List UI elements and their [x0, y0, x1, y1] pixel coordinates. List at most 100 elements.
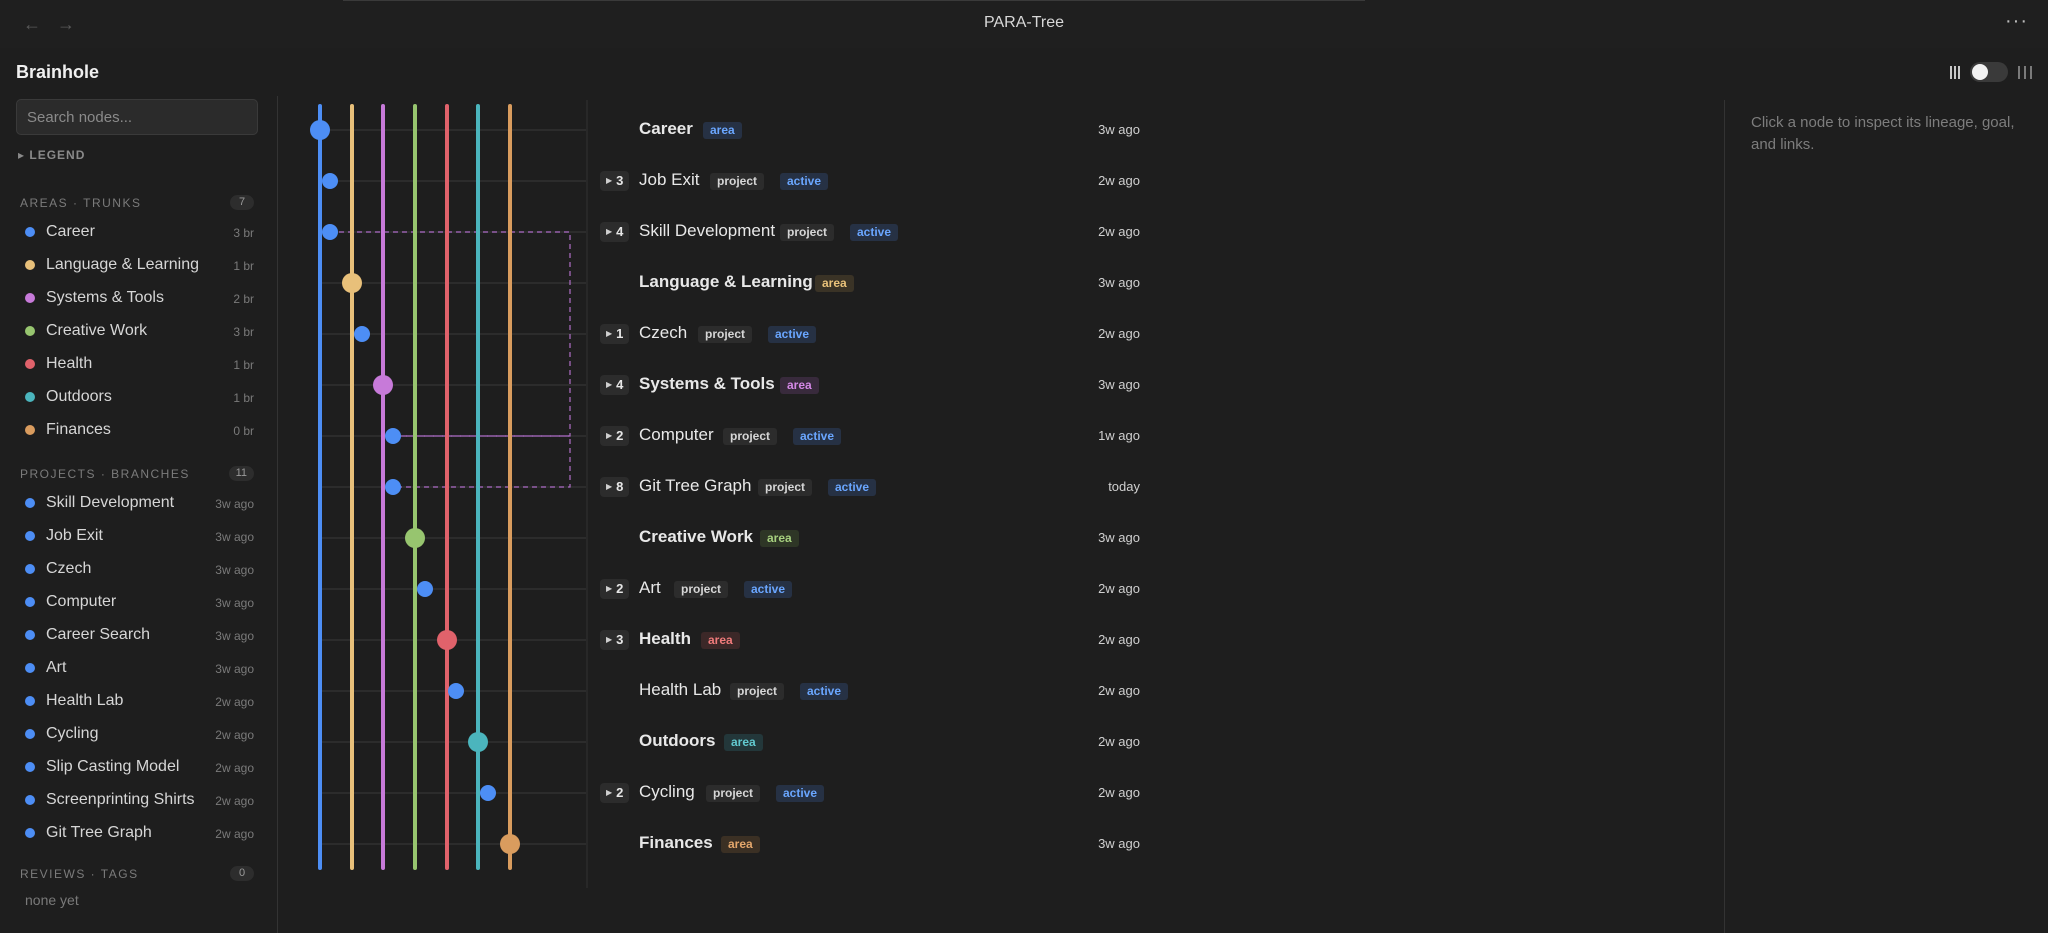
area-node[interactable] — [500, 834, 520, 854]
project-item-meta: 2w ago — [215, 728, 254, 742]
tree-row[interactable]: ▶ 2 Computer project active 1w ago — [598, 414, 1146, 458]
areas-count-badge: 7 — [230, 195, 254, 210]
area-node[interactable] — [437, 630, 457, 650]
area-node[interactable] — [310, 120, 330, 140]
area-item-label: Outdoors — [46, 388, 112, 405]
project-item[interactable]: Health Lab 2w ago — [16, 687, 258, 715]
timestamp: 3w ago — [1098, 530, 1140, 545]
project-item[interactable]: Screenprinting Shirts 2w ago — [16, 786, 258, 814]
area-node[interactable] — [405, 528, 425, 548]
tree-row[interactable]: ▶ 4 Skill Development project active 2w ago — [598, 210, 1146, 254]
area-item[interactable]: Language & Learning 1 br — [16, 251, 258, 279]
more-options-icon[interactable]: ··· — [2005, 10, 2028, 33]
area-item[interactable]: Finances 0 br — [16, 416, 258, 444]
timestamp: 2w ago — [1098, 683, 1140, 698]
project-node[interactable] — [322, 224, 338, 240]
project-node[interactable] — [448, 683, 464, 699]
timestamp: 3w ago — [1098, 275, 1140, 290]
color-dot — [25, 359, 35, 369]
project-node[interactable] — [322, 173, 338, 189]
view-switch[interactable] — [1970, 62, 2008, 82]
node-label: Git Tree Graph — [639, 476, 752, 495]
expand-toggle[interactable]: ▶ 3 — [600, 171, 630, 191]
tree-row[interactable]: ▶ 4 Systems & Tools area 3w ago — [598, 363, 1146, 407]
expand-toggle[interactable]: ▶ 8 — [600, 477, 630, 497]
project-item-meta: 2w ago — [215, 695, 254, 709]
area-item[interactable]: Health 1 br — [16, 350, 258, 378]
tree-row[interactable]: ▶ 8 Git Tree Graph project active today — [598, 465, 1146, 509]
app-header: Brainhole — [0, 48, 2048, 100]
dashed-link — [393, 435, 571, 488]
expand-toggle[interactable]: ▶ 2 — [600, 426, 630, 446]
timestamp: 2w ago — [1098, 785, 1140, 800]
color-dot — [25, 425, 35, 435]
caret-right-icon: ▶ — [606, 227, 613, 236]
node-label: Career — [639, 119, 693, 138]
reviews-empty-text: none yet — [25, 892, 79, 908]
project-item[interactable]: Slip Casting Model 2w ago — [16, 753, 258, 781]
color-dot — [25, 498, 35, 508]
tree-row[interactable]: ▶ 2 Art project active 2w ago — [598, 567, 1146, 611]
color-dot — [25, 663, 35, 673]
compact-view-icon[interactable] — [1950, 65, 1960, 79]
tree-row[interactable]: ▶ 3 Job Exit project active 2w ago — [598, 159, 1146, 203]
color-dot — [25, 762, 35, 772]
kind-badge: project — [730, 683, 785, 700]
node-label: Art — [639, 578, 661, 597]
project-item[interactable]: Art 3w ago — [16, 654, 258, 682]
expand-toggle[interactable]: ▶ 2 — [600, 783, 630, 803]
project-item-meta: 2w ago — [215, 794, 254, 808]
expand-toggle[interactable]: ▶ 2 — [600, 579, 630, 599]
tree-row[interactable]: Health Lab project active 2w ago — [598, 669, 1146, 713]
area-node[interactable] — [342, 273, 362, 293]
area-node[interactable] — [468, 732, 488, 752]
expand-toggle[interactable]: ▶ 3 — [600, 630, 630, 650]
project-node[interactable] — [385, 479, 401, 495]
color-dot — [25, 729, 35, 739]
tree-row[interactable]: ▶ 2 Cycling project active 2w ago — [598, 771, 1146, 815]
title-bar-divider — [343, 0, 1365, 1]
expand-toggle[interactable]: ▶ 4 — [600, 222, 630, 242]
timestamp: 1w ago — [1098, 428, 1140, 443]
color-dot — [25, 696, 35, 706]
node-label: Skill Development — [639, 221, 776, 240]
wide-view-icon[interactable] — [2018, 65, 2032, 79]
area-item[interactable]: Career 3 br — [16, 218, 258, 246]
tree-row[interactable]: Language & Learning area 3w ago — [598, 261, 1146, 305]
project-node[interactable] — [417, 581, 433, 597]
color-dot — [25, 326, 35, 336]
node-label: Language & Learning — [639, 272, 813, 291]
tree-row[interactable]: ▶ 1 Czech project active 2w ago — [598, 312, 1146, 356]
tree-row[interactable]: Finances area 3w ago — [598, 822, 1146, 866]
tree-row[interactable]: Outdoors area 2w ago — [598, 720, 1146, 764]
expand-toggle[interactable]: ▶ 4 — [600, 375, 630, 395]
legend-toggle[interactable]: ▸ LEGEND — [18, 148, 85, 162]
project-item[interactable]: Czech 3w ago — [16, 555, 258, 583]
area-node[interactable] — [373, 375, 393, 395]
area-item[interactable]: Systems & Tools 2 br — [16, 284, 258, 312]
area-item[interactable]: Creative Work 3 br — [16, 317, 258, 345]
tree-row[interactable]: Creative Work area 3w ago — [598, 516, 1146, 560]
tree-row[interactable]: Career area 3w ago — [598, 108, 1146, 152]
project-node[interactable] — [385, 428, 401, 444]
project-item[interactable]: Git Tree Graph 2w ago — [16, 819, 258, 847]
timestamp: 2w ago — [1098, 173, 1140, 188]
area-item-label: Career — [46, 223, 95, 240]
project-item[interactable]: Career Search 3w ago — [16, 621, 258, 649]
project-item-label: Job Exit — [46, 527, 103, 544]
project-item[interactable]: Job Exit 3w ago — [16, 522, 258, 550]
reviews-count-badge: 0 — [230, 866, 254, 881]
search-input[interactable] — [16, 99, 258, 135]
area-item[interactable]: Outdoors 1 br — [16, 383, 258, 411]
project-item[interactable]: Cycling 2w ago — [16, 720, 258, 748]
timestamp: today — [1108, 479, 1140, 494]
tree-row[interactable]: ▶ 3 Health area 2w ago — [598, 618, 1146, 662]
project-item[interactable]: Skill Development 3w ago — [16, 489, 258, 517]
kind-badge: project — [723, 428, 778, 445]
project-item[interactable]: Computer 3w ago — [16, 588, 258, 616]
project-node[interactable] — [480, 785, 496, 801]
project-node[interactable] — [354, 326, 370, 342]
node-label: Health — [639, 629, 691, 648]
expand-toggle[interactable]: ▶ 1 — [600, 324, 630, 344]
kind-badge: area — [780, 377, 819, 394]
